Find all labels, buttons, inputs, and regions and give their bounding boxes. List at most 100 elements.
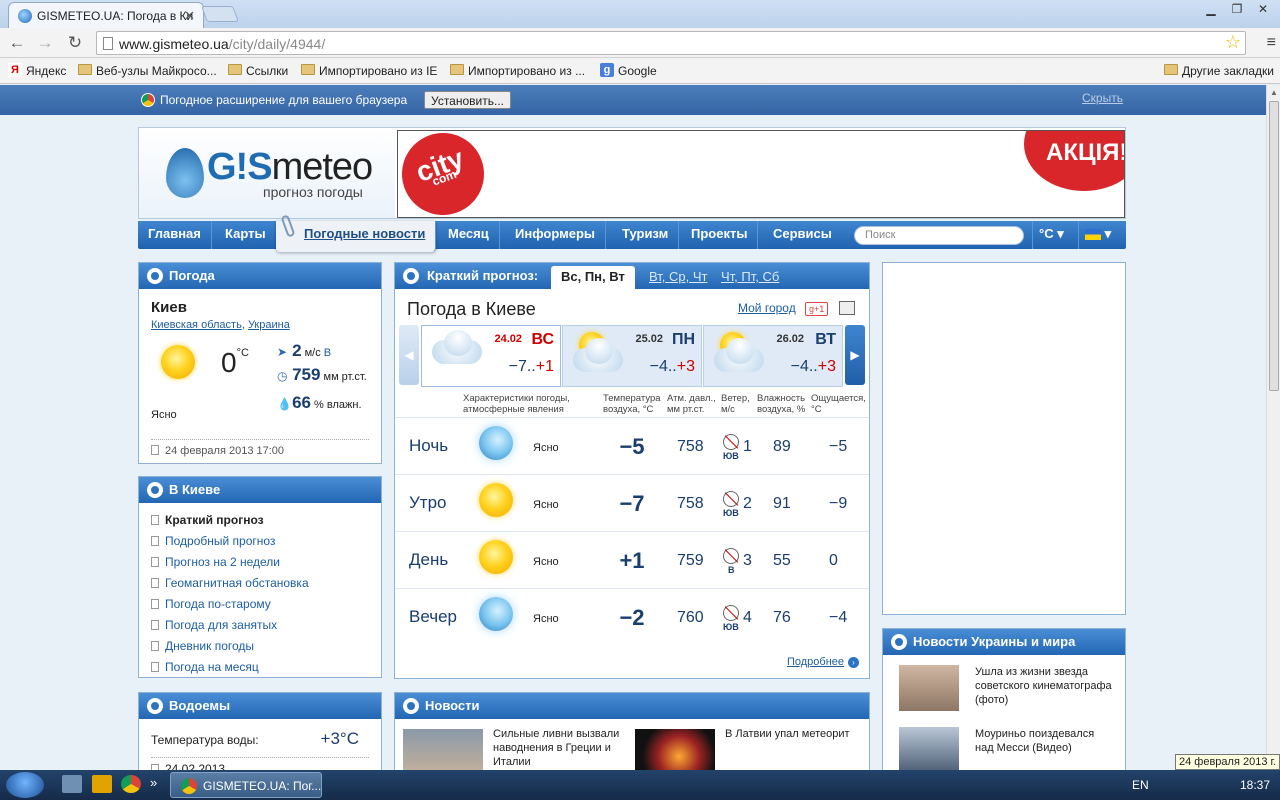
region-link[interactable]: Киевская область [151, 319, 242, 331]
address-bar[interactable]: www.gismeteo.ua/city/daily/4944/ ☆ [96, 31, 1246, 55]
tab-title: GISMETEO.UA: Погода в Ки [37, 9, 194, 23]
tab-thu-fri-sat[interactable]: Чт, Пт, Сб [711, 266, 789, 289]
taskbar-app-chrome[interactable]: GISMETEO.UA: Пог... [170, 772, 322, 798]
chrome-launcher-icon[interactable] [121, 775, 141, 793]
nav-maps[interactable]: Карты [215, 221, 277, 249]
nav-weather-news[interactable]: Погодные новости [276, 214, 437, 252]
country-link[interactable]: Украина [248, 319, 290, 331]
news-link[interactable]: Сильные ливни вызвали наводнения в Греци… [493, 727, 623, 769]
ad-banner[interactable]: city com АКЦІЯ! [397, 130, 1125, 218]
chrome-icon [141, 93, 155, 107]
promo-badge: АКЦІЯ! [1024, 131, 1124, 191]
col-header-wind: Ветер, м/с [721, 393, 750, 415]
extension-promo-bar: Погодное расширение для вашего браузера … [0, 85, 1266, 115]
cloudy-icon [428, 330, 484, 364]
day-selector: ◀ 24.02 ВС −7..+1 25.02 ПН −4..+3 26.02 … [399, 325, 865, 387]
forward-icon[interactable]: → [34, 32, 56, 54]
new-tab-button[interactable] [201, 6, 239, 22]
news-link[interactable]: Моуриньо поиздевался над Месси (Видео) [975, 727, 1115, 755]
tab-sun-mon-tue[interactable]: Вс, Пн, Вт [551, 266, 635, 289]
other-bookmarks[interactable]: Другие закладки [1164, 64, 1274, 78]
bookmark-google[interactable]: g Google [600, 63, 657, 78]
link-geomagnetic[interactable]: Геомагнитная обстановка [151, 576, 381, 597]
install-button[interactable]: Установить... [424, 91, 511, 109]
row-pressure: 758 [677, 438, 704, 455]
link-busy[interactable]: Погода для занятых [151, 618, 381, 639]
nav-services[interactable]: Сервисы [763, 221, 842, 249]
media-player-icon[interactable] [92, 775, 112, 793]
bookmark-folder-ie[interactable]: Импортировано из IE [301, 64, 437, 78]
next-days-arrow-icon[interactable]: ▶ [845, 325, 865, 385]
search-input[interactable]: Поиск [854, 226, 1024, 245]
browser-tab[interactable]: GISMETEO.UA: Погода в Ки ✕ [8, 2, 204, 28]
news-image-flood[interactable] [403, 729, 483, 770]
wind-direction-icon [723, 548, 739, 564]
unit-select[interactable]: °C ▾ [1032, 221, 1070, 249]
day-card[interactable]: 24.02 ВС −7..+1 [421, 325, 561, 387]
gismeteo-logo[interactable]: G!Smeteo прогноз погоды [139, 128, 395, 218]
widget-header: Новости Украины и мира [883, 629, 1125, 655]
bookmark-folder-microsoft[interactable]: Веб-узлы Майкросо... [78, 64, 217, 78]
prev-days-arrow-icon[interactable]: ◀ [399, 325, 419, 385]
sun-icon [161, 345, 195, 379]
row-wind: 4 [743, 609, 752, 626]
chrome-menu-icon[interactable]: ≡ [1267, 34, 1276, 52]
row-wind-dir: В [728, 565, 735, 575]
clock[interactable]: 18:37 [1240, 778, 1270, 792]
link-brief-forecast[interactable]: Краткий прогноз [151, 513, 381, 534]
nav-month[interactable]: Месяц [438, 221, 500, 249]
logo-subtitle: прогноз погоды [263, 184, 363, 200]
scroll-up-icon[interactable]: ▲ [1270, 88, 1278, 97]
news-link[interactable]: Ушла из жизни звезда советского кинемато… [975, 665, 1115, 707]
day-card[interactable]: 25.02 ПН −4..+3 [562, 325, 702, 387]
google-plus-button[interactable]: g+1 [805, 302, 829, 316]
reload-icon[interactable]: ↻ [64, 32, 86, 54]
tab-tue-wed-thu[interactable]: Вт, Ср, Чт [639, 266, 717, 289]
close-window-icon[interactable]: ✕ [1250, 0, 1276, 18]
show-desktop-icon[interactable] [62, 775, 82, 793]
link-diary[interactable]: Дневник погоды [151, 639, 381, 660]
nav-tourism[interactable]: Туризм [612, 221, 680, 249]
day-part: Ночь [409, 436, 449, 455]
day-weekday: ПН [671, 331, 695, 348]
window-controls: ▁ ❐ ✕ [1198, 0, 1276, 18]
news-image-meteor[interactable] [635, 729, 715, 770]
pressure-row: ◷ 759 мм рт.ст. [277, 365, 367, 384]
more-link[interactable]: Подробнее › [787, 656, 859, 668]
overflow-chevron-icon[interactable]: » [150, 775, 170, 793]
barometer-icon: ◷ [277, 369, 288, 383]
restore-icon[interactable]: ❐ [1224, 0, 1250, 18]
scroll-thumb[interactable] [1269, 101, 1279, 391]
day-weekday: ВС [531, 331, 555, 348]
back-icon[interactable]: ← [6, 32, 28, 54]
water-date: 24.02.2013 [151, 757, 369, 770]
nav-informers[interactable]: Информеры [505, 221, 606, 249]
day-card[interactable]: 26.02 ВТ −4..+3 [703, 325, 843, 387]
logo-wordmark: G!Smeteo [207, 146, 373, 188]
bookmark-folder-links[interactable]: Ссылки [228, 64, 288, 78]
language-indicator[interactable]: EN [1132, 778, 1149, 792]
minimize-icon[interactable]: ▁ [1198, 0, 1224, 18]
nav-home[interactable]: Главная [138, 221, 212, 249]
link-detailed-forecast[interactable]: Подробный прогноз [151, 534, 381, 555]
bookmarks-bar: Я Яндекс Веб-узлы Майкросо... Ссылки Импо… [0, 58, 1280, 84]
close-tab-icon[interactable]: ✕ [184, 8, 195, 24]
bookmark-star-icon[interactable]: ☆ [1225, 32, 1241, 53]
hide-link[interactable]: Скрыть [1082, 91, 1123, 105]
link-month[interactable]: Погода на месяц [151, 660, 381, 681]
forecast-row-evening: Вечер Ясно −2 760 ЮВ 4 76 −4 [395, 588, 869, 645]
print-icon[interactable] [839, 301, 855, 315]
link-old-style[interactable]: Погода по-старому [151, 597, 381, 618]
bookmark-yandex[interactable]: Я Яндекс [8, 63, 66, 78]
news-link[interactable]: В Латвии упал метеорит [725, 727, 850, 741]
link-two-weeks[interactable]: Прогноз на 2 недели [151, 555, 381, 576]
language-select[interactable]: ▾ [1078, 221, 1117, 249]
forecast-row-day: День Ясно +1 759 В 3 55 0 [395, 531, 869, 588]
start-button[interactable] [6, 772, 44, 798]
page-scrollbar[interactable]: ▲ [1266, 85, 1280, 770]
day-part: День [409, 550, 449, 569]
my-city-link[interactable]: Мой город [738, 301, 796, 315]
bookmark-folder-imported[interactable]: Импортировано из ... [450, 64, 585, 78]
gismeteo-mini-icon [891, 634, 907, 650]
nav-projects[interactable]: Проекты [681, 221, 759, 249]
